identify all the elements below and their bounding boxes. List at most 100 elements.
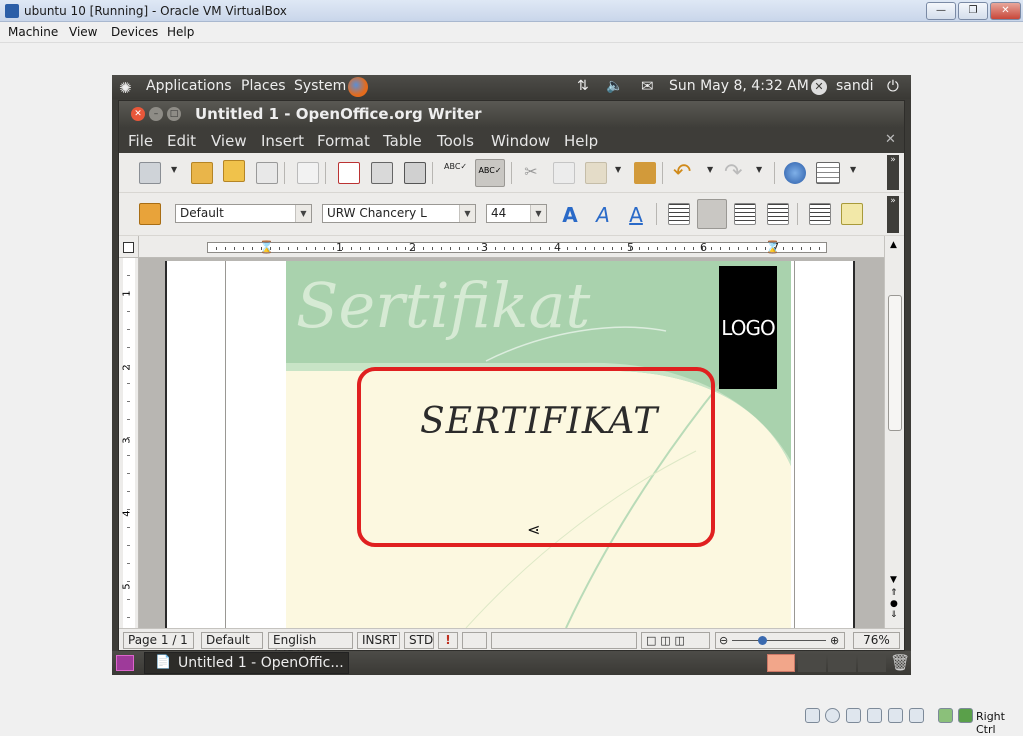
ubuntu-logo-icon[interactable]: ✺ <box>119 79 132 97</box>
shared-folders-icon[interactable] <box>867 708 882 723</box>
styles-formatting-icon[interactable] <box>139 203 161 225</box>
trash-icon[interactable]: 🗑 <box>890 653 910 672</box>
menu-system[interactable]: System <box>294 78 346 94</box>
export-pdf-icon[interactable] <box>338 162 360 184</box>
toolbar-overflow-icon[interactable]: » <box>887 155 899 190</box>
book-view-icon[interactable]: ◫ <box>674 634 684 647</box>
paste-dropdown-icon[interactable]: ▼ <box>615 165 621 174</box>
menu-applications[interactable]: Applications <box>146 78 232 94</box>
menu-help[interactable]: Help <box>167 25 194 39</box>
open-icon[interactable] <box>191 162 213 184</box>
clone-formatting-icon[interactable] <box>634 162 656 184</box>
new-document-icon[interactable] <box>139 162 161 184</box>
menu-devices[interactable]: Devices <box>111 25 158 39</box>
redo-dropdown-icon[interactable]: ▼ <box>756 165 762 174</box>
print-icon[interactable] <box>371 162 393 184</box>
left-indent-marker-icon[interactable]: ⌛ <box>259 240 274 254</box>
autospellcheck-icon[interactable]: ABC✓ <box>475 159 505 187</box>
chevron-down-icon[interactable]: ▼ <box>530 205 546 222</box>
align-left-icon[interactable] <box>668 203 690 225</box>
vertical-scrollbar[interactable]: ▲ ▼ ⇑ ● ⇓ <box>884 236 904 628</box>
taskbar-item-writer[interactable]: 📄 Untitled 1 - OpenOffic... <box>144 652 349 674</box>
optical-drive-icon[interactable] <box>825 708 840 723</box>
right-indent-marker-icon[interactable]: ⌛ <box>765 240 780 254</box>
user-name[interactable]: sandi <box>836 78 874 94</box>
usb-icon[interactable] <box>846 708 861 723</box>
paragraph-style-select[interactable]: Default ▼ <box>175 204 312 223</box>
save-icon[interactable] <box>223 160 245 182</box>
tab-stop-icon[interactable] <box>119 236 139 258</box>
menu-view[interactable]: View <box>211 132 247 150</box>
page-indicator[interactable]: Page 1 / 1 <box>123 632 194 649</box>
vertical-ruler[interactable]: 1 2 3 4 5 <box>119 258 139 628</box>
email-icon[interactable] <box>256 162 278 184</box>
edit-file-icon[interactable] <box>297 162 319 184</box>
mail-icon[interactable]: ✉ <box>641 77 654 95</box>
maximize-button[interactable]: ❐ <box>958 2 988 20</box>
bullets-icon[interactable] <box>841 203 863 225</box>
workspace-switcher[interactable] <box>798 654 826 672</box>
window-close-icon[interactable]: ✕ <box>131 107 145 121</box>
insert-mode-indicator[interactable]: INSRT <box>357 632 400 649</box>
document-page[interactable]: Sertifikat LOGO SERTIFIKAT ⋖ <box>165 261 855 628</box>
certificate-heading[interactable]: SERTIFIKAT <box>420 401 658 442</box>
host-key-icon[interactable] <box>958 708 973 723</box>
zoom-slider[interactable]: ⊖ ⊕ <box>715 632 845 649</box>
document-close-icon[interactable]: ✕ <box>885 132 896 147</box>
redo-icon[interactable]: ↷ <box>724 160 746 185</box>
justify-icon[interactable] <box>767 203 789 225</box>
view-layout-icons[interactable]: □ ◫ ◫ <box>641 632 710 649</box>
hard-disk-icon[interactable] <box>805 708 820 723</box>
network-icon[interactable]: ⇅ <box>577 78 589 94</box>
navigator-icon[interactable] <box>784 162 806 184</box>
numbering-icon[interactable] <box>809 203 831 225</box>
underline-icon[interactable]: A <box>625 203 647 227</box>
menu-window[interactable]: Window <box>491 132 550 150</box>
minimize-button[interactable]: — <box>926 2 956 20</box>
table-icon[interactable] <box>816 162 840 184</box>
clock[interactable]: Sun May 8, 4:32 AM <box>669 78 809 94</box>
signature-field[interactable] <box>462 632 487 649</box>
new-dropdown-icon[interactable]: ▼ <box>171 165 177 174</box>
scroll-up-icon[interactable]: ▲ <box>890 240 897 250</box>
undo-icon[interactable]: ↶ <box>673 160 695 185</box>
menu-view[interactable]: View <box>69 25 97 39</box>
multi-page-view-icon[interactable]: ◫ <box>660 634 670 647</box>
undo-dropdown-icon[interactable]: ▼ <box>707 165 713 174</box>
window-minimize-icon[interactable]: – <box>149 107 163 121</box>
align-center-icon[interactable] <box>697 199 727 229</box>
display-icon[interactable] <box>888 708 903 723</box>
horizontal-ruler[interactable]: 1 2 3 4 5 6 7 ⌛ ⌛ <box>139 236 884 258</box>
italic-icon[interactable]: A <box>592 203 614 227</box>
menu-places[interactable]: Places <box>241 78 286 94</box>
toolbar-overflow-icon[interactable]: » <box>887 196 899 233</box>
selection-mode-indicator[interactable]: STD <box>404 632 434 649</box>
show-desktop-icon[interactable] <box>116 655 134 671</box>
next-page-icon[interactable]: ⇓ <box>890 610 898 620</box>
chevron-down-icon[interactable]: ▼ <box>295 205 311 222</box>
workspace-switcher[interactable] <box>767 654 795 672</box>
window-maximize-icon[interactable]: □ <box>167 107 181 121</box>
zoom-in-icon[interactable]: ⊕ <box>830 633 839 648</box>
cut-icon[interactable]: ✂ <box>520 162 542 184</box>
close-button[interactable]: ✕ <box>990 2 1021 20</box>
single-page-view-icon[interactable]: □ <box>646 634 656 647</box>
power-icon[interactable]: ⏻ <box>887 77 899 95</box>
spellcheck-icon[interactable]: ABC✓ <box>444 162 467 184</box>
menu-tools[interactable]: Tools <box>437 132 474 150</box>
font-size-select[interactable]: 44 ▼ <box>486 204 547 223</box>
menu-insert[interactable]: Insert <box>261 132 304 150</box>
print-preview-icon[interactable] <box>404 162 426 184</box>
status-icon[interactable]: ✕ <box>811 79 827 95</box>
scroll-thumb[interactable] <box>888 295 902 431</box>
copy-icon[interactable] <box>553 162 575 184</box>
previous-page-icon[interactable]: ⇑ <box>890 588 898 598</box>
menu-edit[interactable]: Edit <box>167 132 196 150</box>
firefox-icon[interactable] <box>348 77 368 97</box>
bold-icon[interactable]: A <box>559 203 581 227</box>
menu-format[interactable]: Format <box>317 132 370 150</box>
scroll-down-icon[interactable]: ▼ <box>890 575 897 585</box>
menu-file[interactable]: File <box>128 132 153 150</box>
zoom-thumb[interactable] <box>758 636 767 645</box>
recording-icon[interactable] <box>909 708 924 723</box>
